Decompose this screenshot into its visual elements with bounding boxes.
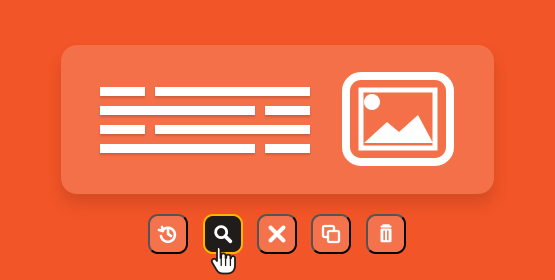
close-button[interactable] (257, 214, 297, 254)
text-lines-icon (100, 87, 310, 155)
action-toolbar (148, 214, 406, 254)
text-line (265, 144, 310, 153)
copy-icon (321, 224, 341, 244)
text-line (100, 106, 255, 115)
text-line (155, 125, 310, 134)
history-icon (157, 225, 177, 244)
image-placeholder-icon (342, 72, 454, 166)
text-line (100, 125, 145, 134)
replace-button[interactable] (148, 214, 188, 254)
trash-icon (380, 224, 392, 243)
hand-cursor-icon (210, 245, 236, 275)
text-line (155, 87, 310, 96)
text-line (265, 106, 310, 115)
search-icon (214, 225, 233, 244)
text-line (100, 87, 145, 96)
duplicate-button[interactable] (311, 214, 351, 254)
close-icon (268, 225, 286, 243)
delete-button[interactable] (366, 214, 406, 254)
text-line (100, 144, 255, 153)
content-card (61, 45, 494, 194)
